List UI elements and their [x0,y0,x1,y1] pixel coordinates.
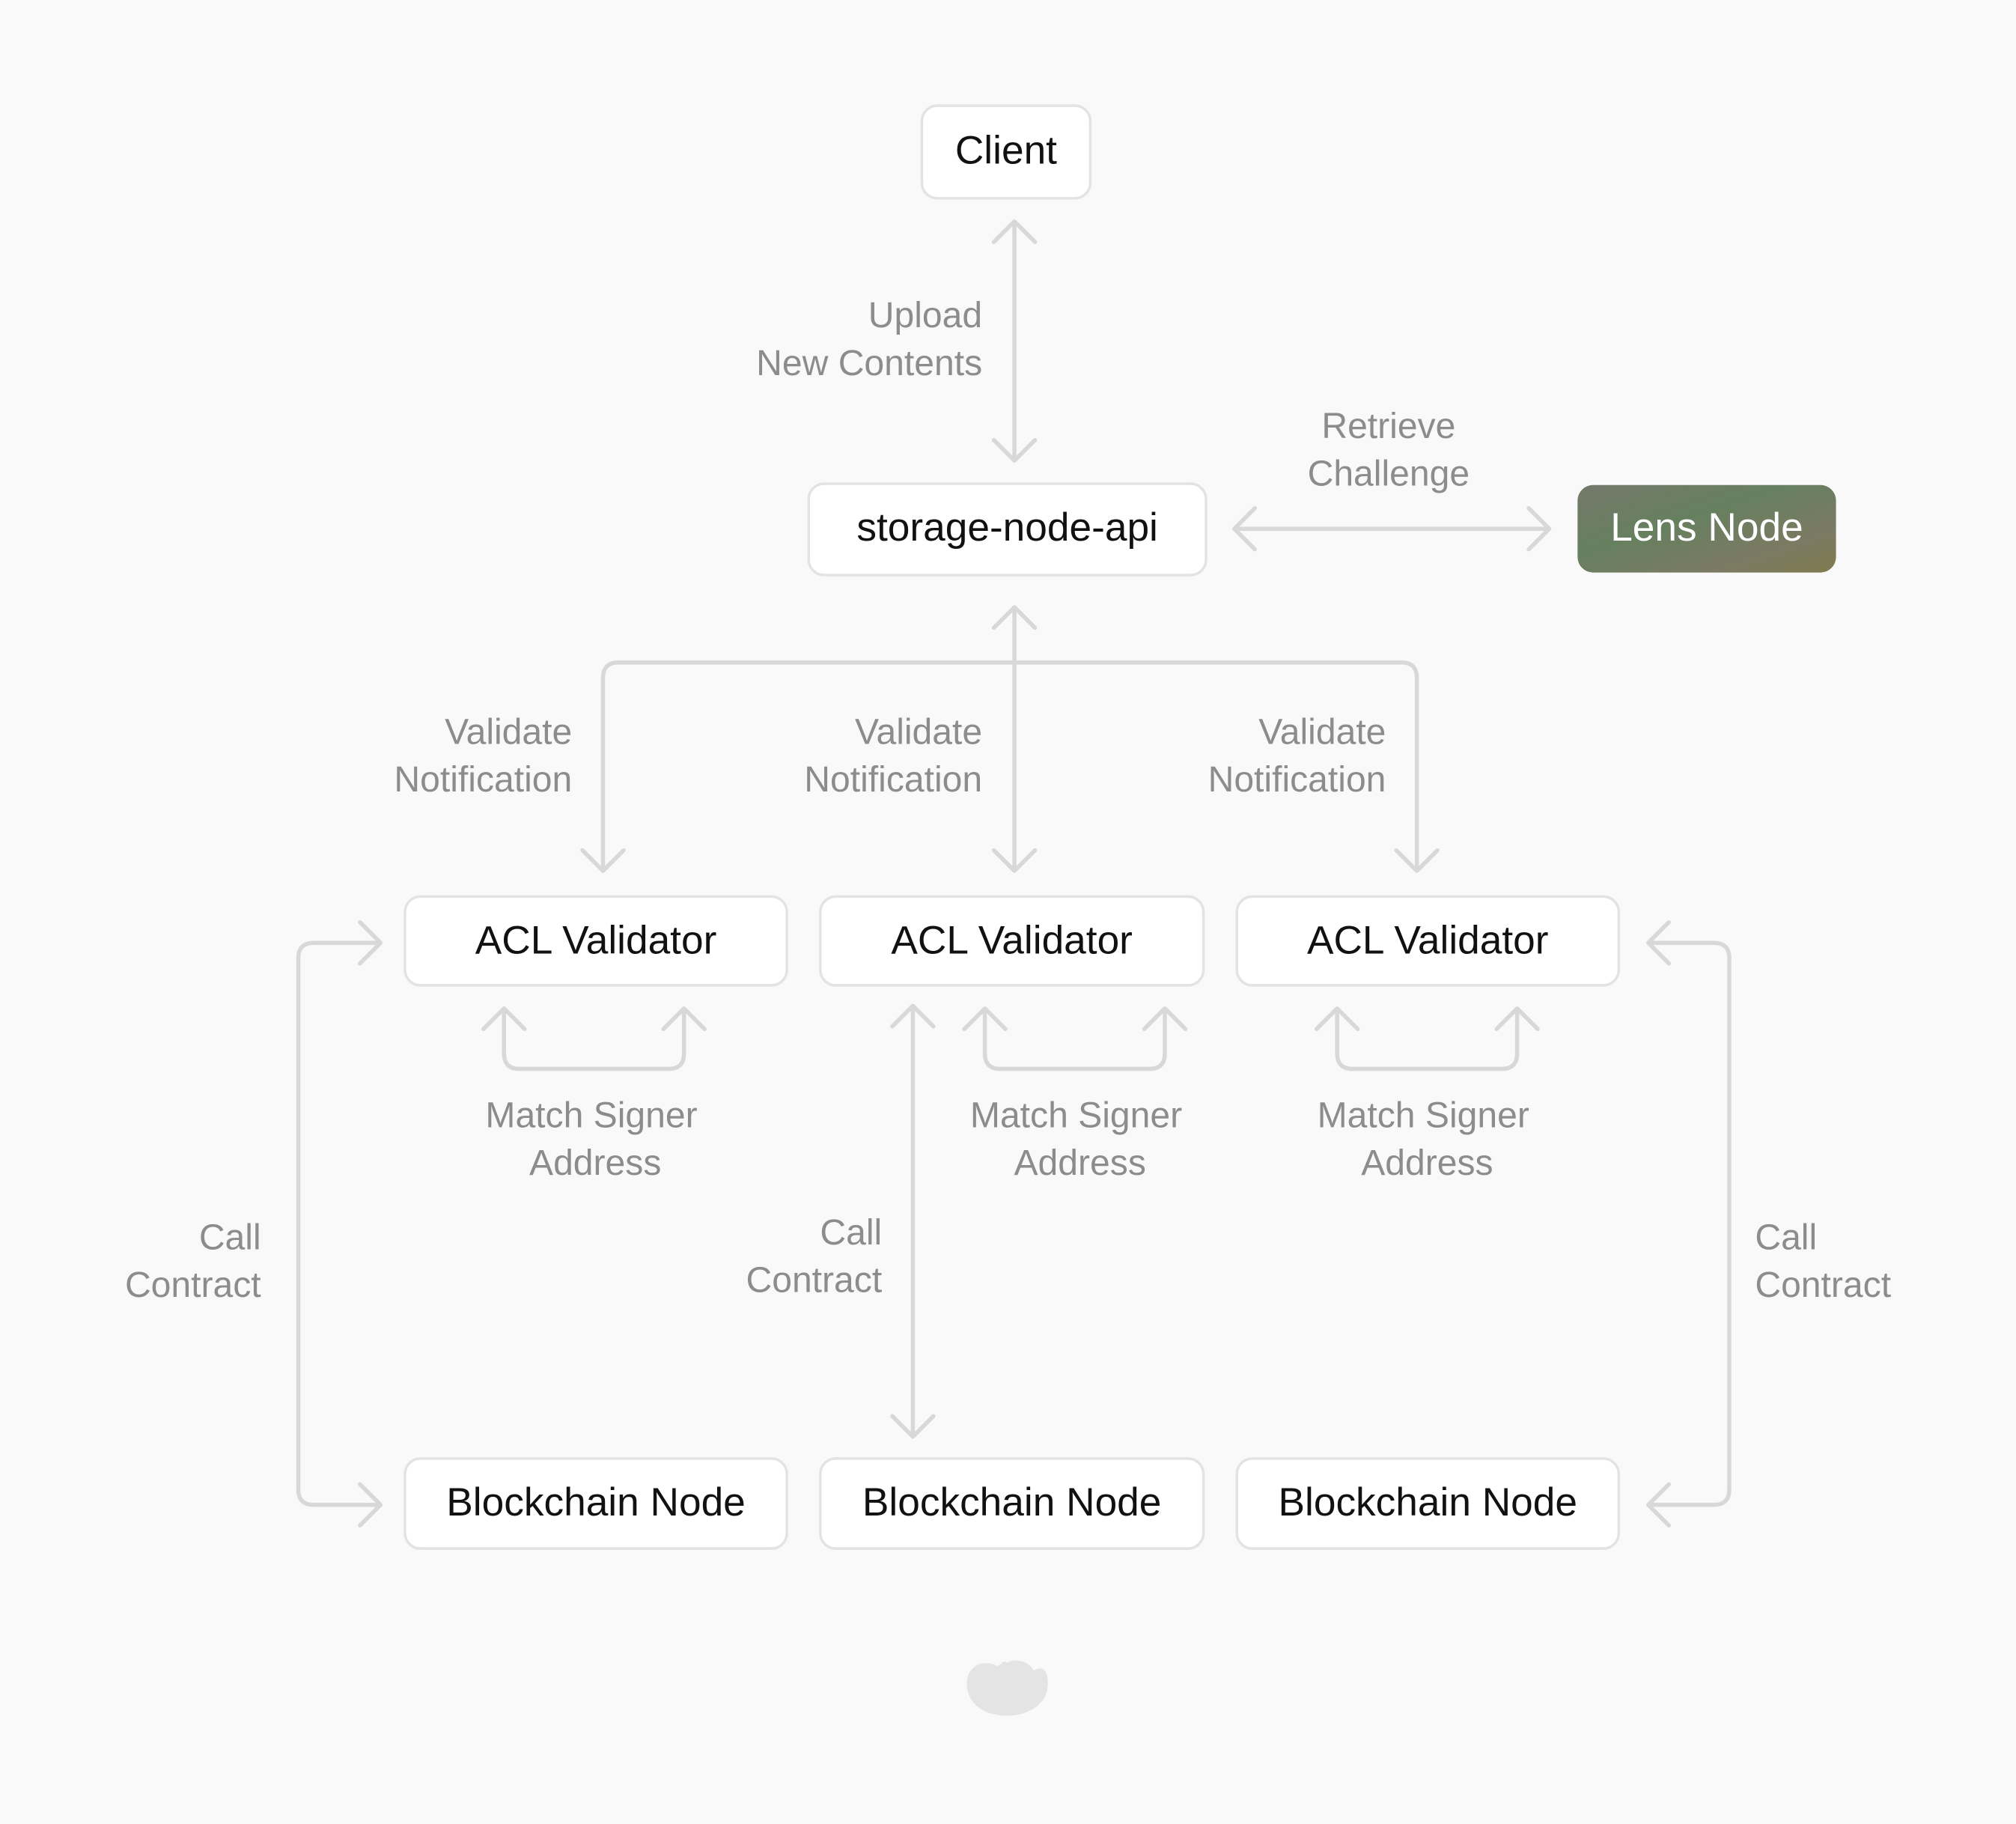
label-line: Match Signer [485,1095,697,1135]
label-line: Validate [445,712,572,753]
node-label: Lens Node [1610,505,1803,550]
label-line: Contract [746,1259,882,1300]
label-line: Notification [1208,759,1386,800]
label-line: Call [1755,1217,1817,1258]
arrow-match-signer-3 [1314,1006,1540,1071]
label-match-2: Match Signer Address [970,1095,1182,1183]
label-validate-2: Validate Notification [804,712,982,800]
node-blockchain-2: Blockchain Node [819,1457,1205,1550]
arrow-client-storage [991,219,1038,463]
arrow-match-signer-2 [962,1006,1188,1071]
architecture-diagram: Client storage-node-api Lens Node ACL Va… [125,104,1891,1716]
node-acl-validator-2: ACL Validator [819,895,1205,987]
label-line: Call [199,1217,261,1258]
label-line: Address [1014,1143,1145,1183]
label-line: Notification [394,759,572,800]
node-label: Blockchain Node [446,1480,746,1524]
label-line: Challenge [1308,453,1470,493]
label-validate-1: Validate Notification [394,712,572,800]
node-label: ACL Validator [891,918,1133,962]
arrow-call-contract-right [1646,919,1732,1527]
label-line: Match Signer [970,1095,1182,1135]
label-match-3: Match Signer Address [1318,1095,1529,1183]
label-upload: Upload New Contents [756,295,982,383]
label-line: New Contents [756,343,982,383]
label-line: Retrieve [1321,406,1455,446]
node-lens: Lens Node [1577,484,1836,573]
node-label: Blockchain Node [862,1480,1162,1524]
label-call-center: Call Contract [746,1212,882,1301]
label-call-right: Call Contract [1755,1217,1891,1306]
node-storage-node-api: storage-node-api [807,482,1208,577]
label-validate-3: Validate Notification [1208,712,1386,800]
label-call-left: Call Contract [125,1217,261,1306]
node-label: ACL Validator [1307,918,1549,962]
label-line: Match Signer [1318,1095,1529,1135]
node-client: Client [920,104,1092,200]
label-line: Call [820,1212,882,1253]
node-blockchain-3: Blockchain Node [1235,1457,1621,1550]
node-label: Blockchain Node [1279,1480,1578,1524]
arrow-match-signer-1 [481,1006,707,1071]
node-acl-validator-1: ACL Validator [403,895,788,987]
arrow-call-contract-center [890,1003,936,1439]
arrow-call-contract-left [296,919,383,1527]
label-line: Validate [1258,712,1386,753]
label-line: Notification [804,759,982,800]
label-line: Upload [868,295,982,335]
node-blockchain-1: Blockchain Node [403,1457,788,1550]
node-acl-validator-3: ACL Validator [1235,895,1621,987]
label-line: Contract [125,1265,261,1305]
label-line: Contract [1755,1265,1891,1305]
label-match-1: Match Signer Address [485,1095,697,1183]
arrow-storage-lens [1232,505,1552,552]
node-label: Client [955,129,1057,173]
label-line: Address [1361,1143,1493,1183]
node-label: storage-node-api [856,505,1157,550]
label-line: Validate [855,712,982,753]
label-line: Address [529,1143,661,1183]
cloud-icon [966,1660,1048,1716]
label-retrieve: Retrieve Challenge [1308,406,1470,494]
node-label: ACL Validator [475,918,717,962]
